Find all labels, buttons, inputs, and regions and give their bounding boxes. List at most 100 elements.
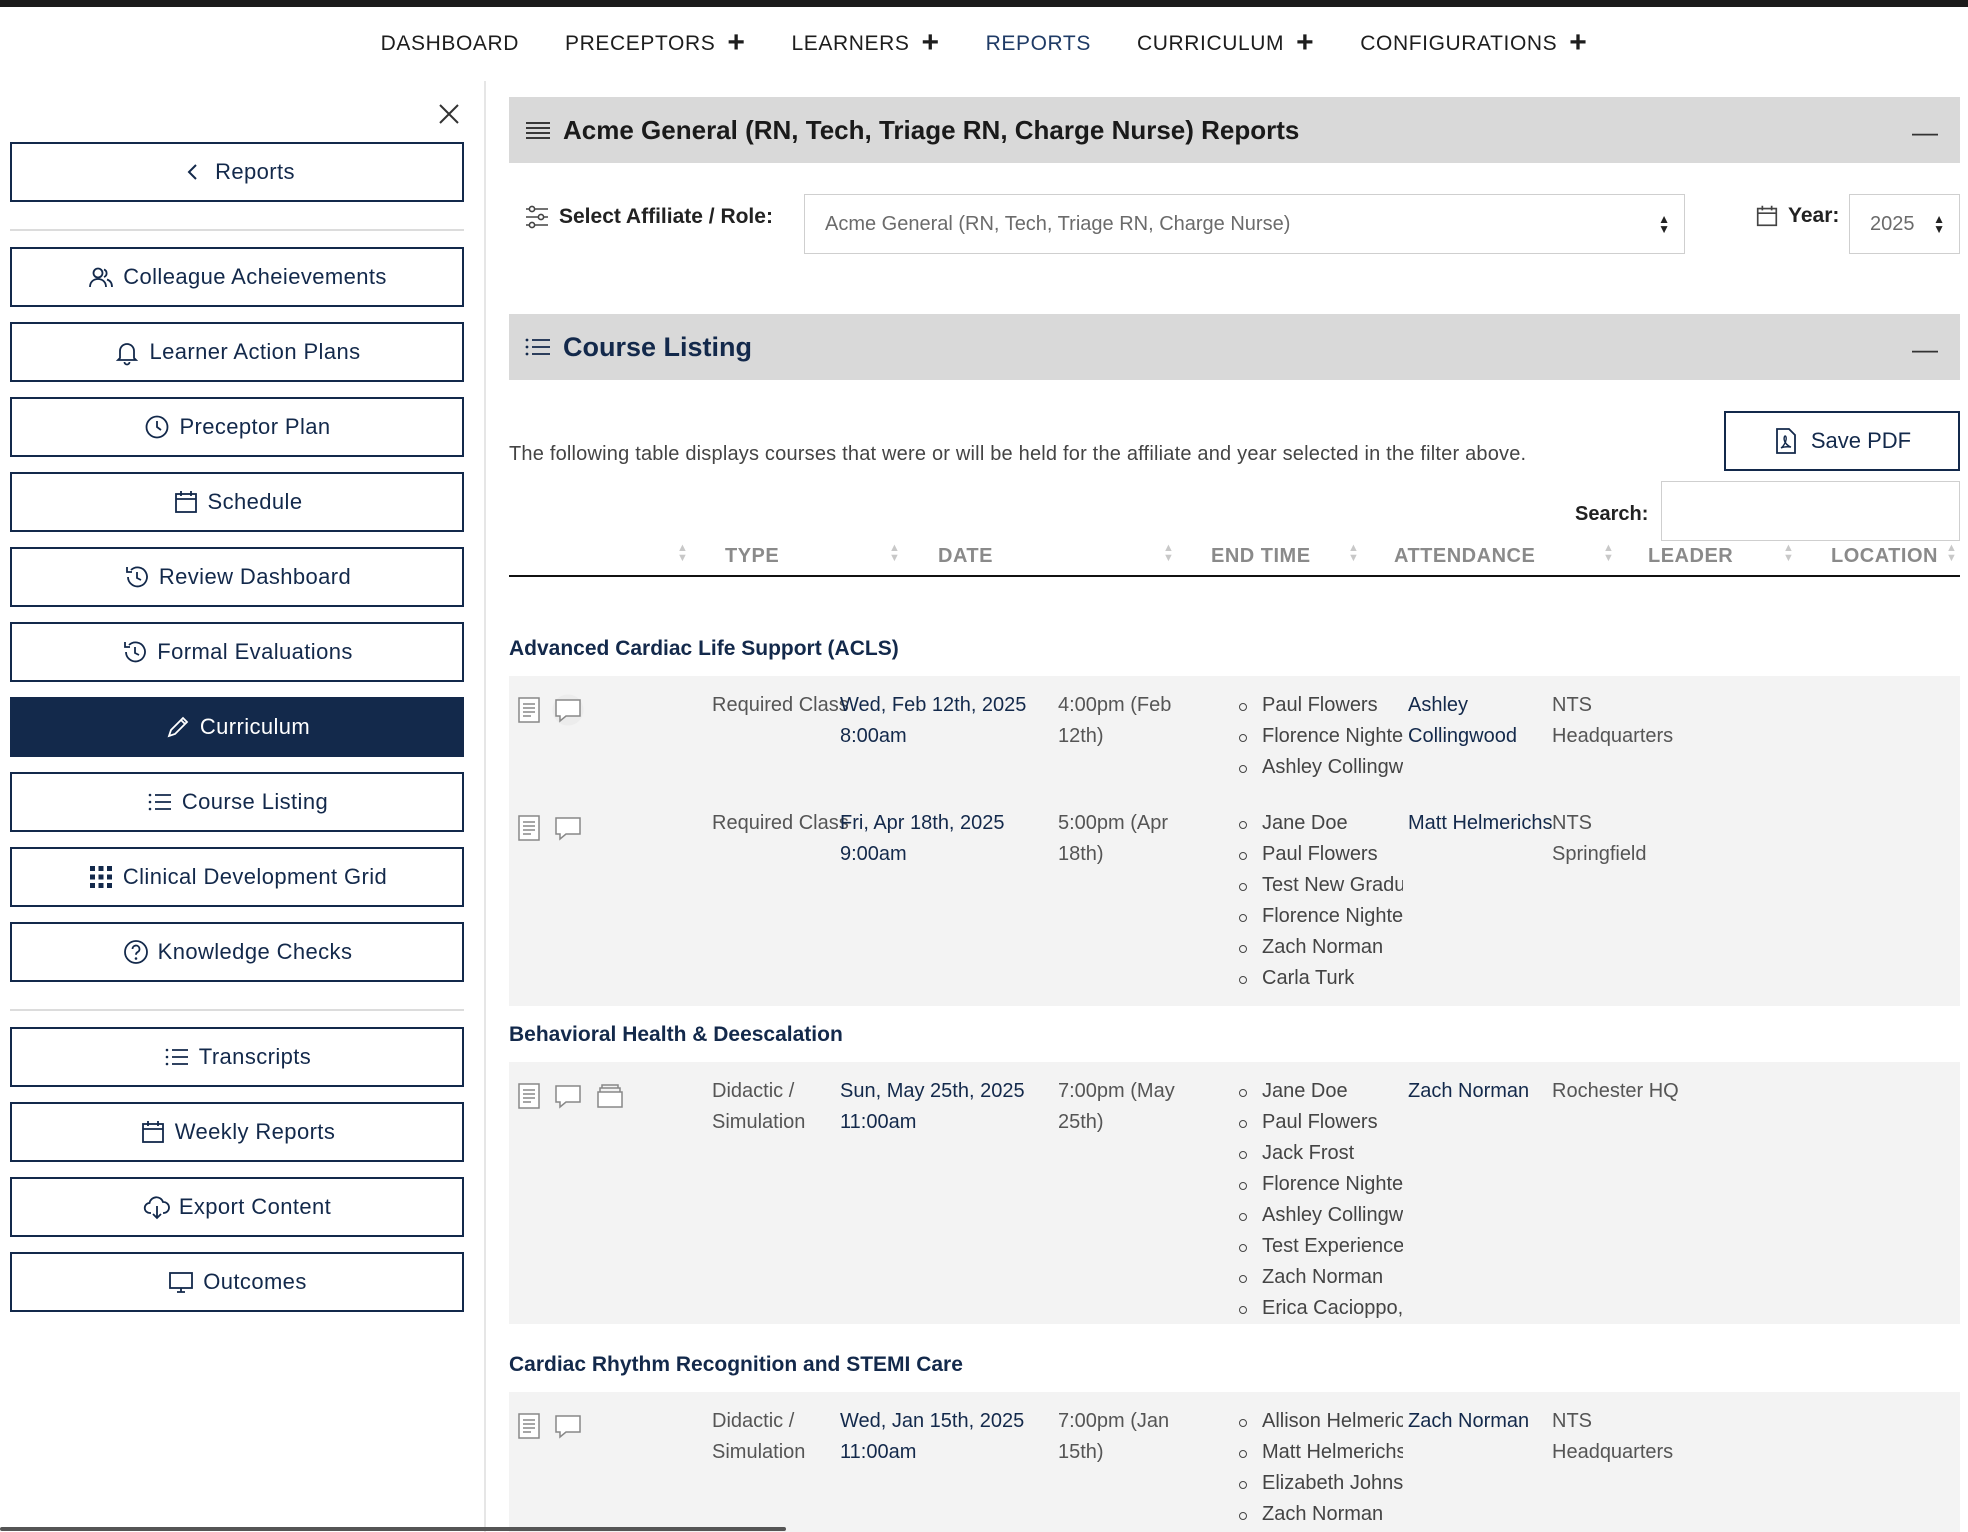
sidebar-item-curriculum[interactable]: Curriculum xyxy=(10,697,464,757)
cell-leader[interactable]: Zach Norman xyxy=(1408,1406,1553,1437)
table-row[interactable]: Didactic / Simulation Sun, May 25th, 202… xyxy=(509,1062,1960,1324)
column-date[interactable]: DATE xyxy=(938,545,993,568)
column-type[interactable]: TYPE xyxy=(725,545,779,568)
sidebar-divider xyxy=(10,1009,464,1011)
affiliate-select[interactable]: Acme General (RN, Tech, Triage RN, Charg… xyxy=(804,194,1685,254)
sidebar-item-knowledge-checks[interactable]: Knowledge Checks xyxy=(10,922,464,982)
nav-dashboard[interactable]: DASHBOARD xyxy=(381,32,519,56)
sidebar-item-learner-action-plans[interactable]: Learner Action Plans xyxy=(10,322,464,382)
sidebar-item-clinical-development-grid[interactable]: Clinical Development Grid xyxy=(10,847,464,907)
archive-icon[interactable] xyxy=(595,1081,625,1111)
sidebar-item-review-dashboard[interactable]: Review Dashboard xyxy=(10,547,464,607)
cell-location: NTS Headquarters xyxy=(1552,1410,1674,1463)
list-icon xyxy=(165,1048,188,1066)
nav-label: REPORTS xyxy=(985,32,1091,55)
table-row[interactable]: Didactic / Simulation Wed, Jan 15th, 202… xyxy=(509,1392,1960,1532)
nav-reports[interactable]: REPORTS xyxy=(986,32,1091,56)
attendee: Florence Nightengale xyxy=(1231,1169,1403,1200)
sidebar-item-preceptor-plan[interactable]: Preceptor Plan xyxy=(10,397,464,457)
attendee: Ashley Collingwood xyxy=(1231,752,1403,783)
sort-icon[interactable]: ▲ ▼ xyxy=(677,543,688,564)
sidebar-item-weekly-reports[interactable]: Weekly Reports xyxy=(10,1102,464,1162)
course-group-title: Cardiac Rhythm Recognition and STEMI Car… xyxy=(509,1353,963,1376)
cell-leader[interactable]: Ashley Collingwood xyxy=(1408,690,1553,752)
sidebar-item-export-content[interactable]: Export Content xyxy=(10,1177,464,1237)
course-listing-panel-header[interactable]: Course Listing — xyxy=(509,314,1960,380)
sidebar-item-label: Learner Action Plans xyxy=(149,339,361,364)
cell-leader[interactable]: Zach Norman xyxy=(1408,1076,1553,1107)
sidebar-item-label: Outcomes xyxy=(203,1269,307,1294)
column-location[interactable]: LOCATION xyxy=(1831,545,1938,568)
search-input[interactable] xyxy=(1661,481,1960,541)
row-actions xyxy=(517,1080,625,1112)
cell-attendance: Jane Doe Paul Flowers Test New Graduate … xyxy=(1231,808,1403,994)
column-attendance[interactable]: ATTENDANCE xyxy=(1394,545,1535,568)
search-label: Search: xyxy=(1575,503,1649,525)
table-row[interactable]: Required Class Wed, Feb 12th, 2025 8:00a… xyxy=(509,676,1960,794)
attendee: Jack Frost xyxy=(1231,1138,1403,1169)
sort-icon[interactable]: ▲ ▼ xyxy=(889,543,900,564)
cell-location: NTS Headquarters xyxy=(1552,694,1674,747)
attendee: Elizabeth Johnson xyxy=(1231,1468,1403,1499)
comment-icon[interactable] xyxy=(551,812,585,844)
document-icon[interactable] xyxy=(517,813,541,843)
reports-panel-header[interactable]: Acme General (RN, Tech, Triage RN, Charg… xyxy=(509,97,1960,163)
cell-leader[interactable]: Matt Helmerichs xyxy=(1408,808,1553,839)
comment-icon[interactable] xyxy=(551,694,585,726)
comment-icon[interactable] xyxy=(551,1410,585,1442)
close-icon[interactable] xyxy=(434,99,464,129)
sidebar-item-course-listing[interactable]: Course Listing xyxy=(10,772,464,832)
sidebar-item-label: Clinical Development Grid xyxy=(122,864,388,889)
select-arrows-icon: ▲ ▼ xyxy=(1933,212,1945,236)
nav-label: CURRICULUM xyxy=(1136,32,1285,55)
sidebar-item-transcripts[interactable]: Transcripts xyxy=(10,1027,464,1087)
cell-end-time: 7:00pm (May 25th) xyxy=(1058,1080,1175,1133)
plus-icon: + xyxy=(1569,25,1588,59)
table-row[interactable]: Required Class Fri, Apr 18th, 2025 9:00a… xyxy=(509,794,1960,1006)
course-listing-description: The following table displays courses tha… xyxy=(509,443,1527,465)
sidebar-item-label: Curriculum xyxy=(199,714,311,739)
question-icon xyxy=(123,940,148,964)
cell-date: Sun, May 25th, 2025 11:00am xyxy=(840,1080,1025,1133)
sort-icon[interactable]: ▲ ▼ xyxy=(1603,543,1614,564)
collapse-icon[interactable]: — xyxy=(1912,334,1938,365)
list-icon xyxy=(148,793,171,811)
document-icon[interactable] xyxy=(517,1081,541,1111)
attendee: Zach Norman xyxy=(1231,1499,1403,1530)
monitor-icon xyxy=(169,1272,194,1293)
sort-icon[interactable]: ▲ ▼ xyxy=(1348,543,1359,564)
collapse-icon[interactable]: — xyxy=(1912,117,1938,148)
sidebar-item-outcomes[interactable]: Outcomes xyxy=(10,1252,464,1312)
sidebar-item-formal-evaluations[interactable]: Formal Evaluations xyxy=(10,622,464,682)
horizontal-scrollbar[interactable] xyxy=(0,1527,786,1531)
document-icon[interactable] xyxy=(517,695,541,725)
grid-icon xyxy=(89,866,112,888)
nav-preceptors[interactable]: PRECEPTORS + xyxy=(565,27,745,58)
affiliate-select-value: Acme General (RN, Tech, Triage RN, Charg… xyxy=(825,212,1291,235)
nav-configurations[interactable]: CONFIGURATIONS + xyxy=(1360,25,1588,59)
attendee: Allison Helmerichs xyxy=(1231,1406,1403,1437)
column-leader[interactable]: LEADER xyxy=(1648,545,1733,568)
attendee: Test Experienced RN xyxy=(1231,1231,1403,1262)
nav-curriculum[interactable]: CURRICULUM + xyxy=(1136,27,1314,58)
column-end-time[interactable]: END TIME xyxy=(1211,545,1311,568)
row-actions xyxy=(517,1410,585,1442)
affiliate-filter-label: Select Affiliate / Role: xyxy=(523,203,773,231)
sort-icon[interactable]: ▲ ▼ xyxy=(1783,543,1794,564)
cell-date: Fri, Apr 18th, 2025 9:00am xyxy=(840,812,1005,865)
sort-icon[interactable]: ▲ ▼ xyxy=(1946,543,1957,564)
nav-label: DASHBOARD xyxy=(380,32,520,55)
cell-attendance: Allison Helmerichs Matt Helmerichs Eliza… xyxy=(1231,1406,1403,1530)
attendee: Paul Flowers xyxy=(1231,690,1403,721)
year-label-text: Year: xyxy=(1788,204,1840,227)
sort-icon[interactable]: ▲ ▼ xyxy=(1163,543,1174,564)
back-reports-button[interactable]: Reports xyxy=(10,142,464,202)
sidebar-item-label: Review Dashboard xyxy=(158,564,352,589)
comment-icon[interactable] xyxy=(551,1080,585,1112)
save-pdf-button[interactable]: Save PDF xyxy=(1724,411,1960,471)
nav-learners[interactable]: LEARNERS + xyxy=(791,27,939,58)
sidebar-item-colleague-achievements[interactable]: Colleague Acheievements xyxy=(10,247,464,307)
year-select[interactable]: 2025 ▲ ▼ xyxy=(1849,194,1960,254)
document-icon[interactable] xyxy=(517,1411,541,1441)
sidebar-item-schedule[interactable]: Schedule xyxy=(10,472,464,532)
